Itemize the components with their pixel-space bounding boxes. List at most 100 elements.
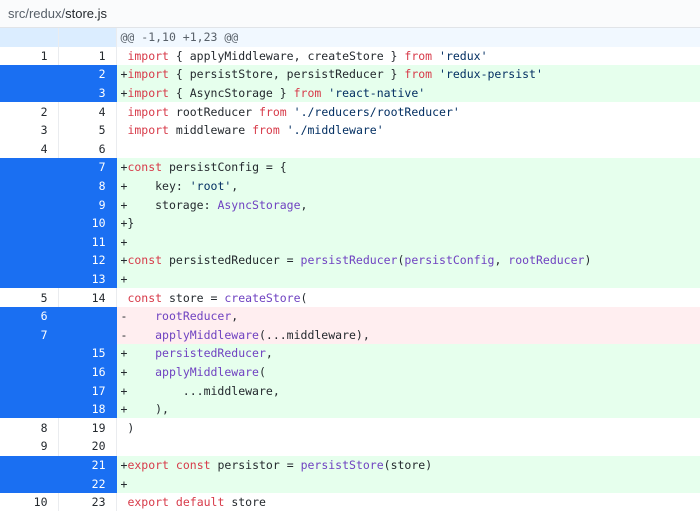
- new-line-number[interactable]: 21: [58, 455, 117, 475]
- old-line-number[interactable]: 7: [0, 325, 59, 345]
- code-line: +import { AsyncStorage } from 'react-nat…: [116, 83, 700, 103]
- code-line: +export const persistor = persistStore(s…: [116, 455, 700, 475]
- new-line-number[interactable]: 9: [58, 195, 117, 214]
- new-line-number[interactable]: 12: [58, 251, 117, 270]
- code-token: +: [120, 346, 156, 361]
- code-token: +: [120, 364, 156, 379]
- code-token: from: [404, 48, 433, 63]
- code-token: './middleware': [286, 123, 384, 138]
- code-token: persistedReducer: [155, 346, 266, 361]
- new-line-number[interactable]: 2: [58, 65, 117, 84]
- old-line-number[interactable]: 3: [0, 120, 59, 140]
- hunk-header-row: @@ -1,10 +1,23 @@: [0, 28, 700, 47]
- code-token: applyMiddleware: [155, 327, 259, 342]
- old-line-number[interactable]: [0, 158, 59, 177]
- new-line-number[interactable]: 22: [58, 474, 117, 493]
- old-line-number[interactable]: [0, 269, 59, 289]
- new-line-number[interactable]: [58, 28, 117, 47]
- new-line-number[interactable]: 16: [58, 362, 117, 382]
- new-line-number[interactable]: 8: [58, 176, 117, 196]
- old-line-number[interactable]: [0, 381, 59, 400]
- new-line-number[interactable]: 10: [58, 213, 117, 233]
- path-segment-redux[interactable]: redux: [29, 6, 62, 21]
- new-line-number[interactable]: 13: [58, 269, 117, 289]
- new-line-number[interactable]: 5: [58, 120, 117, 140]
- code-line: import middleware from './middleware': [116, 121, 700, 140]
- code-token: persistConfig = {: [162, 160, 287, 175]
- old-line-number[interactable]: [0, 28, 59, 47]
- file-name[interactable]: store.js: [65, 6, 107, 21]
- code-token: +: [120, 234, 128, 249]
- old-line-number[interactable]: 8: [0, 418, 59, 438]
- code-token: (store): [383, 457, 433, 472]
- old-line-number[interactable]: 9: [0, 437, 59, 456]
- diff-line: 9 20: [0, 437, 700, 456]
- new-line-number[interactable]: 7: [58, 158, 117, 177]
- code-line: +const persistedReducer = persistReducer…: [116, 251, 700, 270]
- code-token: import: [127, 123, 169, 138]
- new-line-number[interactable]: 1: [58, 46, 117, 66]
- code-token: persistor =: [210, 457, 301, 472]
- diff-line: 2 +import { persistStore, persistReducer …: [0, 65, 700, 84]
- code-token: import: [127, 86, 169, 101]
- diff-line: 11 import { applyMiddleware, createStore…: [0, 46, 700, 66]
- code-token: rootReducer: [155, 309, 232, 324]
- code-token: const: [175, 457, 211, 472]
- old-line-number[interactable]: [0, 362, 59, 382]
- code-token: persistStore: [300, 457, 384, 472]
- diff-line: 6 - rootReducer,: [0, 306, 700, 326]
- old-line-number[interactable]: 5: [0, 288, 59, 307]
- old-line-number[interactable]: [0, 474, 59, 493]
- new-line-number[interactable]: [58, 325, 117, 345]
- new-line-number[interactable]: 11: [58, 232, 117, 252]
- new-line-number[interactable]: 15: [58, 344, 117, 363]
- code-line: + ),: [116, 399, 700, 419]
- code-line: +: [116, 474, 700, 493]
- code-token: rootReducer: [508, 253, 585, 268]
- old-line-number[interactable]: [0, 213, 59, 233]
- old-line-number[interactable]: [0, 399, 59, 419]
- old-line-number[interactable]: 4: [0, 139, 59, 159]
- new-line-number[interactable]: 6: [58, 139, 117, 159]
- old-line-number[interactable]: 6: [0, 306, 59, 326]
- old-line-number[interactable]: 10: [0, 492, 59, 512]
- new-line-number[interactable]: 23: [58, 492, 117, 512]
- code-token: './reducers/rootReducer': [293, 104, 460, 119]
- code-token: import: [127, 48, 169, 63]
- diff-line: 21 +export const persistor = persistStore…: [0, 455, 700, 475]
- new-line-number[interactable]: 4: [58, 102, 117, 121]
- old-line-number[interactable]: [0, 176, 59, 196]
- diff-body: @@ -1,10 +1,23 @@ 1 1 import { applyMiddle…: [0, 28, 700, 512]
- diff-line: 7 +const persistConfig = {: [0, 158, 700, 177]
- diff-line: 7 - applyMiddleware(...middleware),: [0, 325, 700, 345]
- new-line-number[interactable]: 3: [58, 83, 117, 103]
- path-segment-src[interactable]: src: [8, 6, 25, 21]
- file-header: src / redux / store.js: [0, 0, 700, 28]
- code-token: + storage:: [120, 197, 218, 212]
- old-line-number[interactable]: [0, 195, 59, 214]
- old-line-number[interactable]: [0, 344, 59, 363]
- code-line: +: [116, 269, 700, 289]
- new-line-number[interactable]: 14: [58, 288, 117, 307]
- code-token: 'redux': [439, 48, 488, 63]
- diff-line: 13 +: [0, 269, 700, 289]
- hunk-header: @@ -1,10 +1,23 @@: [116, 28, 700, 47]
- code-token: + ),: [120, 402, 169, 417]
- diff-line: 5 14 const store = createStore(: [0, 288, 700, 307]
- new-line-number[interactable]: 18: [58, 399, 117, 419]
- new-line-number[interactable]: 17: [58, 381, 117, 400]
- old-line-number[interactable]: [0, 232, 59, 252]
- old-line-number[interactable]: [0, 455, 59, 475]
- old-line-number[interactable]: [0, 251, 59, 270]
- code-token: const: [127, 160, 163, 175]
- new-line-number[interactable]: 19: [58, 418, 117, 438]
- old-line-number[interactable]: [0, 65, 59, 84]
- old-line-number[interactable]: 2: [0, 102, 59, 121]
- code-token: ,: [231, 179, 239, 194]
- old-line-number[interactable]: 1: [0, 46, 59, 66]
- old-line-number[interactable]: [0, 83, 59, 103]
- new-line-number[interactable]: [58, 306, 117, 326]
- code-token: createStore: [224, 290, 301, 305]
- new-line-number[interactable]: 20: [58, 437, 117, 456]
